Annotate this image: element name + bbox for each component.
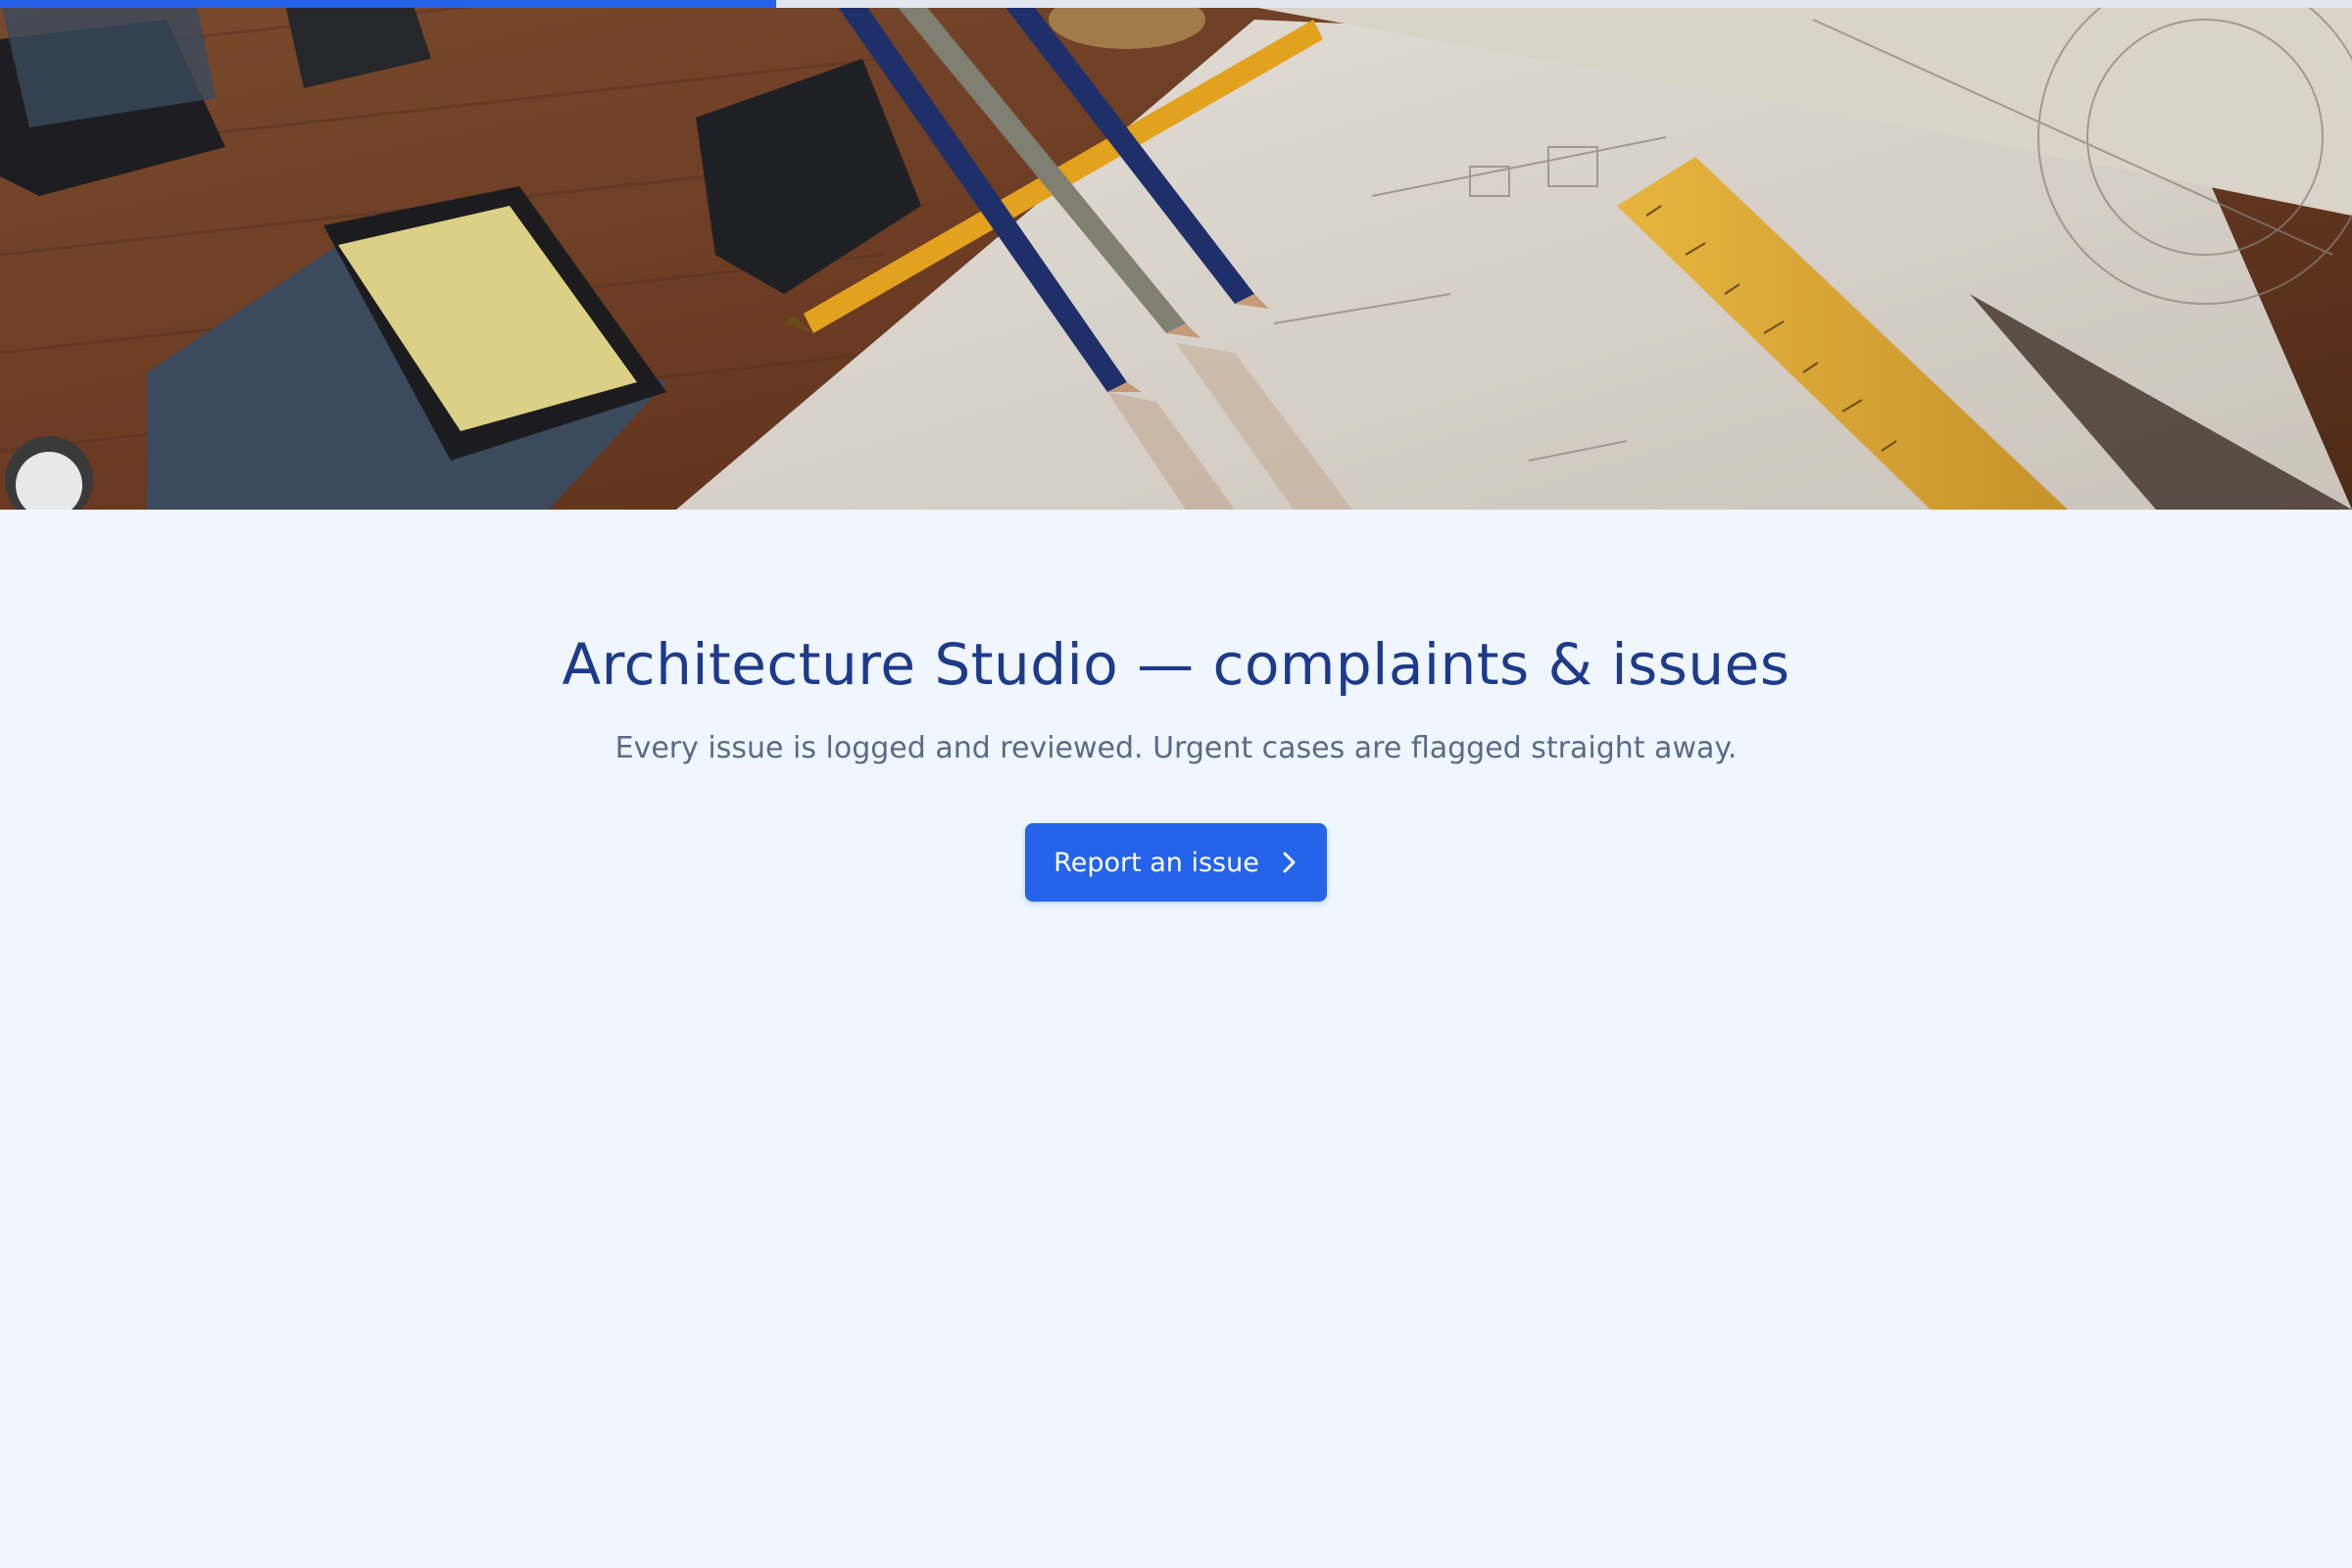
report-issue-button[interactable]: Report an issue	[1025, 823, 1327, 902]
chevron-right-icon	[1281, 850, 1298, 875]
progress-fill	[0, 0, 776, 8]
page-title: Architecture Studio — complaints & issue…	[562, 631, 1790, 698]
hero-image	[0, 0, 2352, 510]
report-issue-label: Report an issue	[1054, 847, 1259, 878]
progress-bar	[0, 0, 2352, 8]
main-content: Architecture Studio — complaints & issue…	[0, 510, 2352, 1568]
page-subtitle: Every issue is logged and reviewed. Urge…	[614, 731, 1738, 765]
